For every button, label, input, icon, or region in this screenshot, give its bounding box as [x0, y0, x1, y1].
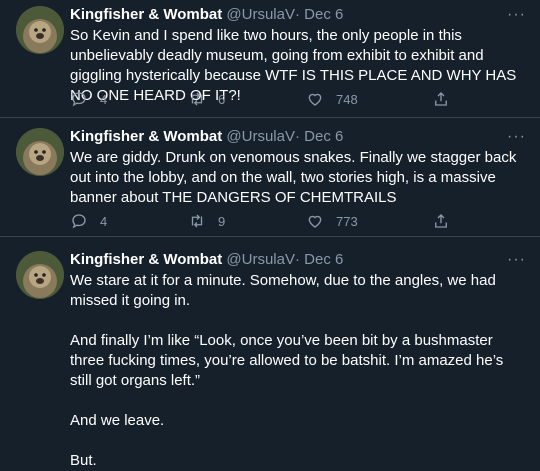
tweet-actions: 4 6 748: [70, 90, 520, 110]
avatar[interactable]: [16, 6, 64, 54]
separator: ·: [294, 128, 300, 145]
tweet-header: Kingfisher & Wombat @UrsulaV· Dec 6: [70, 251, 343, 269]
share-icon: [435, 92, 447, 106]
retweet-icon: [191, 214, 203, 228]
author-handle[interactable]: @UrsulaV: [226, 251, 295, 268]
like-count: 773: [336, 213, 358, 229]
more-options-icon[interactable]: ···: [507, 7, 526, 23]
tweet[interactable]: Kingfisher & Wombat @UrsulaV· Dec 6 ··· …: [0, 118, 540, 236]
tweet-paragraph: We are giddy. Drunk on venomous snakes. …: [70, 149, 517, 206]
author-handle[interactable]: @UrsulaV: [226, 6, 295, 23]
tweet-header: Kingfisher & Wombat @UrsulaV· Dec 6: [70, 128, 343, 146]
more-options-icon[interactable]: ···: [507, 252, 526, 268]
reply-count: 4: [100, 91, 108, 107]
heart-icon: [308, 93, 322, 106]
reply-icon: [72, 214, 86, 229]
tweet-paragraph: And finally I’m like “Look, once you’ve …: [70, 332, 504, 389]
like-button[interactable]: 748: [306, 90, 358, 108]
retweet-count: 9: [218, 213, 226, 229]
avatar[interactable]: [16, 128, 64, 176]
tweet-paragraph: And we leave.: [70, 412, 165, 429]
author-name[interactable]: Kingfisher & Wombat: [70, 128, 222, 145]
share-button[interactable]: [432, 212, 450, 230]
avatar[interactable]: [16, 251, 64, 299]
author-handle[interactable]: @UrsulaV: [226, 128, 295, 145]
like-button[interactable]: 773: [306, 212, 358, 230]
tweet[interactable]: Kingfisher & Wombat @UrsulaV· Dec 6 ··· …: [0, 237, 540, 469]
heart-icon: [308, 215, 322, 228]
reply-button[interactable]: 4: [70, 90, 107, 108]
tweet[interactable]: Kingfisher & Wombat @UrsulaV· Dec 6 ··· …: [0, 0, 540, 117]
tweet-paragraph: We stare at it for a minute. Somehow, du…: [70, 272, 496, 309]
retweet-count: 6: [218, 91, 226, 107]
retweet-button[interactable]: 6: [188, 90, 225, 108]
author-name[interactable]: Kingfisher & Wombat: [70, 6, 222, 23]
like-count: 748: [336, 91, 358, 107]
reply-count: 4: [100, 213, 108, 229]
tweet-paragraph: But.: [70, 452, 97, 469]
reply-button[interactable]: 4: [70, 212, 107, 230]
reply-icon: [72, 92, 86, 107]
retweet-button[interactable]: 9: [188, 212, 225, 230]
tweet-header: Kingfisher & Wombat @UrsulaV· Dec 6: [70, 6, 343, 24]
separator: ·: [294, 251, 300, 268]
tweet-text: We are giddy. Drunk on venomous snakes. …: [70, 148, 520, 208]
author-name[interactable]: Kingfisher & Wombat: [70, 251, 222, 268]
tweet-text: We stare at it for a minute. Somehow, du…: [70, 271, 520, 471]
tweet-date[interactable]: Dec 6: [304, 6, 343, 23]
tweet-date[interactable]: Dec 6: [304, 251, 343, 268]
share-icon: [435, 214, 447, 228]
retweet-icon: [191, 92, 203, 106]
tweet-actions: 4 9 773: [70, 212, 520, 232]
share-button[interactable]: [432, 90, 450, 108]
tweet-date[interactable]: Dec 6: [304, 128, 343, 145]
more-options-icon[interactable]: ···: [507, 129, 526, 145]
separator: ·: [294, 6, 300, 23]
